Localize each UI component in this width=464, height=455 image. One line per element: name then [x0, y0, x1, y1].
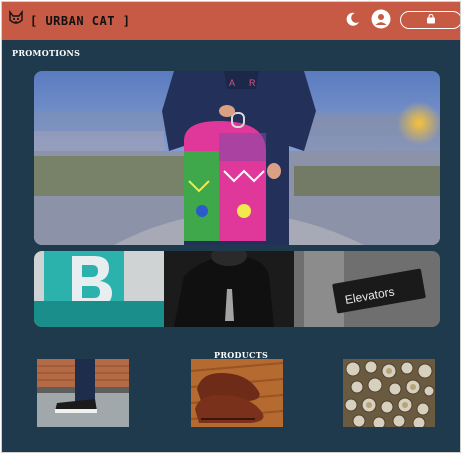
promo-image-backpack: A R	[34, 71, 440, 245]
product-image-sneakers	[37, 359, 129, 427]
product-card-sneakers[interactable]	[37, 359, 129, 427]
promotions-heading: PROMOTIONS	[12, 48, 81, 58]
brand-name: [ URBAN CAT ]	[30, 13, 131, 28]
brand[interactable]: [ URBAN CAT ]	[8, 9, 131, 31]
product-image-leather-shoes	[191, 359, 283, 427]
promo-banner-backpack[interactable]: A R	[34, 71, 440, 245]
user-icon	[371, 9, 391, 34]
svg-text:A: A	[229, 78, 235, 88]
top-navbar: [ URBAN CAT ]	[2, 2, 460, 40]
shopping-bag-icon	[426, 11, 436, 29]
product-image-watches	[343, 359, 435, 427]
product-card-leather-shoes[interactable]	[191, 359, 283, 427]
cat-logo-icon	[8, 9, 24, 31]
svg-text:R: R	[249, 78, 256, 88]
theme-toggle-button[interactable]	[342, 10, 364, 32]
promo-banner-elevators[interactable]: Elevators	[34, 251, 440, 327]
app-window: [ URBAN CAT ] PROMOTIONS A R Elevators P…	[2, 2, 460, 452]
account-button[interactable]	[370, 9, 392, 34]
promo-image-elevators: Elevators	[34, 251, 440, 327]
cart-button[interactable]	[400, 11, 460, 29]
product-card-watches[interactable]	[343, 359, 435, 427]
moon-icon	[345, 11, 361, 32]
